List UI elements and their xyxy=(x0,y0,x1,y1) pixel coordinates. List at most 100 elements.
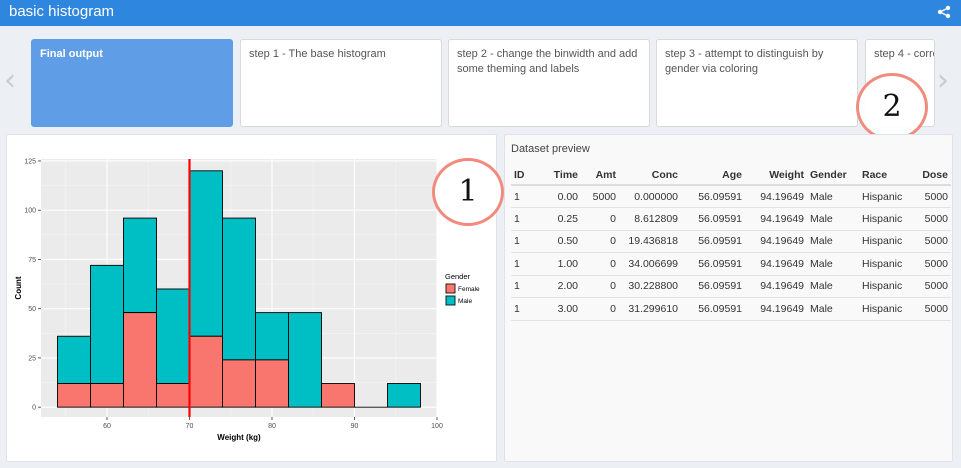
table-cell: Male xyxy=(807,252,859,276)
col-header-time: Time xyxy=(533,165,581,186)
table-cell: 94.19649 xyxy=(745,275,807,298)
table-cell: 94.19649 xyxy=(745,252,807,276)
legend-label: Female xyxy=(458,286,480,293)
bar-female xyxy=(90,383,124,408)
dataset-preview-panel: Dataset preview ID Time Amt Conc Age Wei… xyxy=(504,134,953,462)
table-cell: 5000 xyxy=(915,252,951,276)
table-cell: 19.436818 xyxy=(619,230,681,253)
table-cell: 0 xyxy=(581,297,619,321)
table-cell: 0 xyxy=(581,207,619,231)
bar-male xyxy=(255,312,289,361)
table-cell: Male xyxy=(807,275,859,298)
table-cell: 56.09591 xyxy=(681,207,745,231)
table-cell: 5000 xyxy=(915,297,951,321)
table-row: 1 0.00 5000 0.000000 56.09591 94.19649 Male His… xyxy=(511,185,951,208)
table-row: 1 0.50 0 19.436818 56.09591 94.19649 Male Hispa… xyxy=(511,230,951,253)
x-axis-label: Weight (kg) xyxy=(217,433,261,442)
table-cell: 3.00 xyxy=(533,297,581,321)
table-cell: 1 xyxy=(511,207,533,231)
y-tick-label: 125 xyxy=(24,158,36,165)
dataset-preview-title: Dataset preview xyxy=(511,143,590,155)
bar-female xyxy=(123,312,157,408)
carousel-next-arrow[interactable]: › xyxy=(937,66,949,96)
table-cell: 0.000000 xyxy=(619,185,681,208)
table-cell: Hispanic xyxy=(859,275,915,298)
table-cell: 5000 xyxy=(581,185,619,208)
table-cell: 5000 xyxy=(915,275,951,298)
col-header-conc: Conc xyxy=(619,165,681,186)
table-cell: Male xyxy=(807,185,859,208)
table-cell: 1 xyxy=(511,275,533,298)
table-row: 1 1.00 0 34.006699 56.09591 94.19649 Male Hispa… xyxy=(511,252,951,276)
x-tick-label: 90 xyxy=(351,423,359,430)
bar-male xyxy=(387,383,421,408)
col-header-amt: Amt xyxy=(581,165,619,186)
top-bar: basic histogram xyxy=(0,0,961,26)
table-row: 1 3.00 0 31.299610 56.09591 94.19649 Male Hispa… xyxy=(511,297,951,321)
bar-female xyxy=(222,359,256,408)
legend-label: Male xyxy=(458,298,472,305)
x-tick-label: 80 xyxy=(268,423,276,430)
legend-title: Gender xyxy=(445,272,471,281)
table-row: 1 2.00 0 30.228800 56.09591 94.19649 Male Hispa… xyxy=(511,275,951,298)
table-cell: Hispanic xyxy=(859,230,915,253)
legend-key xyxy=(445,295,456,306)
table-cell: 0 xyxy=(581,230,619,253)
table-cell: 30.228800 xyxy=(619,275,681,298)
annotation-circle-2: 2 xyxy=(856,73,928,141)
share-icon[interactable] xyxy=(937,5,951,19)
col-header-id: ID xyxy=(511,165,533,186)
table-cell: 1.00 xyxy=(533,252,581,276)
col-header-weight: Weight xyxy=(745,165,807,186)
table-cell: 1 xyxy=(511,230,533,253)
step-card-final-output[interactable]: Final output xyxy=(31,39,233,127)
table-header-row: ID Time Amt Conc Age Weight Gender Race … xyxy=(511,165,951,186)
table-cell: 94.19649 xyxy=(745,230,807,253)
table-cell: 1 xyxy=(511,252,533,276)
table-cell: Hispanic xyxy=(859,252,915,276)
table-cell: 56.09591 xyxy=(681,275,745,298)
bar-male xyxy=(288,312,322,408)
bar-female xyxy=(156,383,190,408)
bar-male xyxy=(189,170,223,337)
table-cell: 5000 xyxy=(915,230,951,253)
table-cell: 56.09591 xyxy=(681,185,745,208)
table-cell: Hispanic xyxy=(859,297,915,321)
x-tick-label: 100 xyxy=(431,423,443,430)
table-cell: 94.19649 xyxy=(745,185,807,208)
table-cell: 5000 xyxy=(915,207,951,231)
table-cell: 56.09591 xyxy=(681,230,745,253)
table-cell: 0.25 xyxy=(533,207,581,231)
y-axis-label: Count xyxy=(14,276,23,299)
y-tick-label: 50 xyxy=(28,306,36,313)
y-tick-label: 75 xyxy=(28,257,36,264)
bar-male xyxy=(90,264,124,384)
table-cell: 2.00 xyxy=(533,275,581,298)
table-cell: 0.00 xyxy=(533,185,581,208)
table-cell: Hispanic xyxy=(859,207,915,231)
bar-female xyxy=(57,383,91,408)
table-cell: 56.09591 xyxy=(681,297,745,321)
step-card-3[interactable]: step 3 - attempt to distinguish by gende… xyxy=(656,39,858,127)
legend-key xyxy=(445,283,456,294)
step-card-1[interactable]: step 1 - The base histogram xyxy=(240,39,442,127)
table-cell: Male xyxy=(807,297,859,321)
steps-carousel: ‹ Final output step 1 - The base histogr… xyxy=(0,26,961,130)
x-tick-label: 60 xyxy=(103,423,111,430)
table-cell: 1 xyxy=(511,185,533,208)
dataset-table: ID Time Amt Conc Age Weight Gender Race … xyxy=(511,165,951,321)
app-title: basic histogram xyxy=(9,3,115,20)
col-header-gender: Gender xyxy=(807,165,859,186)
x-tick-label: 70 xyxy=(186,423,194,430)
carousel-prev-arrow[interactable]: ‹ xyxy=(4,66,16,96)
bar-female xyxy=(189,335,223,408)
table-cell: 34.006699 xyxy=(619,252,681,276)
table-cell: 31.299610 xyxy=(619,297,681,321)
annotation-circle-1: 1 xyxy=(432,158,504,226)
bar-male xyxy=(156,288,190,384)
y-tick-label: 0 xyxy=(32,405,36,412)
table-cell: Hispanic xyxy=(859,185,915,208)
table-cell: 56.09591 xyxy=(681,252,745,276)
step-card-2[interactable]: step 2 - change the binwidth and add som… xyxy=(448,39,650,127)
col-header-age: Age xyxy=(681,165,745,186)
